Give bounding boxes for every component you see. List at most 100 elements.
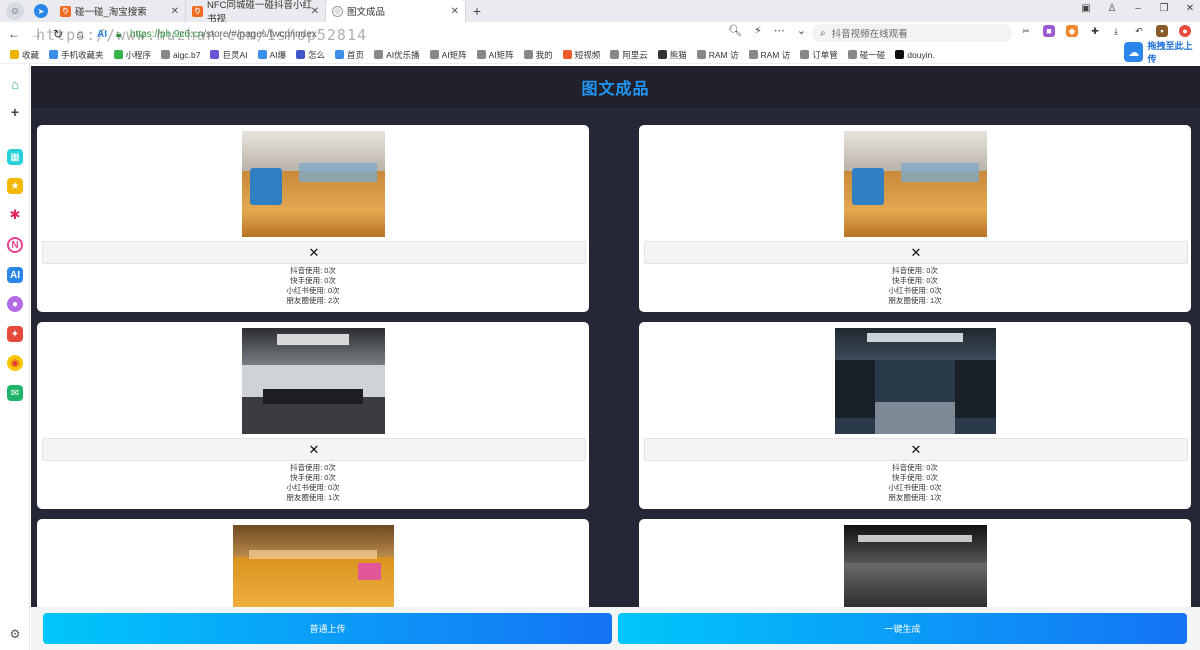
bookmark-item[interactable]: RAM 访 — [748, 49, 790, 61]
usage-stat-line: 小红书使用: 0次 — [286, 286, 340, 295]
ai-icon[interactable]: AI — [94, 29, 110, 40]
sidebar-circle-icon[interactable]: N — [7, 237, 23, 253]
extension-orange-icon[interactable]: ◆ — [1066, 25, 1078, 37]
url-text: https://ph.9c6.cn/store/#/pages/twcp/ind… — [130, 28, 317, 40]
bookmark-label: 手机收藏夹 — [61, 49, 104, 60]
bookmark-item[interactable]: AI矩阵 — [476, 49, 514, 61]
delete-close-button[interactable]: ✕ — [42, 438, 586, 461]
sidebar-purple-icon[interactable]: ● — [7, 296, 23, 312]
result-photo[interactable] — [843, 131, 987, 237]
extension-purple-icon[interactable]: ■ — [1043, 25, 1055, 37]
photo-wrapper — [639, 525, 1191, 609]
drag-upload-button[interactable]: ☁ 拖拽至此上传 — [1124, 40, 1200, 64]
window-close-icon[interactable]: ✕ — [1184, 3, 1196, 14]
bookmark-item[interactable]: RAM 访 — [696, 49, 739, 61]
bookmark-item[interactable]: douyin. — [895, 49, 935, 60]
bookmark-item[interactable]: 首页 — [335, 49, 364, 61]
result-photo[interactable] — [232, 525, 394, 609]
sidebar-network-icon[interactable]: ✱ — [7, 207, 23, 223]
result-photo[interactable] — [241, 328, 385, 434]
sidebar-home-icon[interactable]: ⌂ — [7, 76, 23, 92]
address-bar-row: ← → ↻ ⌂ AI 🔒︎ https://ph.9c6.cn/store/#/… — [0, 22, 1200, 46]
download-icon[interactable]: ⤓ — [1110, 25, 1122, 37]
bookmark-favicon-icon — [296, 50, 306, 59]
tab-title: 碰一碰_淘宝搜索 — [75, 7, 147, 18]
bookmark-item[interactable]: 碰一碰 — [847, 49, 886, 61]
sidebar-game-icon[interactable]: ✦ — [7, 326, 23, 342]
result-photo[interactable] — [241, 131, 385, 237]
bookmark-item[interactable]: aigc.b7 — [161, 50, 200, 60]
bookmark-label: douyin. — [907, 49, 935, 60]
bookmark-item[interactable]: AI矩阵 — [429, 49, 467, 61]
minimize-icon[interactable]: – — [1132, 3, 1144, 14]
home-icon[interactable]: ⌂ — [72, 27, 88, 41]
bookmark-item[interactable]: 手机收藏夹 — [49, 49, 104, 61]
tab-taobao-search[interactable]: り 碰一碰_淘宝搜索 ✕ — [54, 0, 186, 22]
bookmark-item[interactable]: 怎么 — [296, 49, 325, 61]
bookmark-item[interactable]: 我的 — [523, 49, 553, 61]
telegram-icon[interactable]: ➤ — [34, 4, 48, 18]
bookmark-item[interactable]: 订单管 — [800, 49, 838, 61]
result-photo[interactable] — [843, 525, 987, 609]
puzzle-icon[interactable]: ✚ — [1089, 25, 1101, 37]
tab-active-twcp[interactable]: ◎ 图文成品 ✕ — [326, 0, 466, 22]
bookmark-item[interactable]: 短视频 — [562, 49, 600, 61]
bookmark-item[interactable]: 巨灵AI — [210, 49, 248, 61]
briefcase-icon[interactable]: ▪ — [1156, 25, 1168, 37]
bookmark-item[interactable]: 小程序 — [113, 49, 151, 61]
chevron-down-icon[interactable]: ⌄ — [797, 24, 806, 37]
zoom-icon[interactable]: 🔍︎ — [728, 24, 742, 37]
bookmark-item[interactable]: 阿里云 — [610, 49, 648, 61]
bookmark-label: AI矩阵 — [488, 49, 514, 60]
bookmark-item[interactable]: AI爆 — [257, 49, 286, 61]
reload-icon[interactable]: ↻ — [50, 27, 66, 41]
tab-nfc[interactable]: り NFC同城碰一碰抖音小红书视 ✕ — [186, 0, 326, 25]
scissors-icon[interactable]: ✂ — [1020, 25, 1032, 37]
one-click-generate-button[interactable]: 一键生成 — [618, 613, 1187, 644]
result-photo[interactable] — [834, 328, 996, 434]
tab-close-icon[interactable]: ✕ — [311, 6, 319, 17]
sidebar-settings-gear-icon[interactable]: ⚙ — [7, 626, 23, 642]
bookmark-favicon-icon — [562, 50, 572, 59]
photo-wrapper — [37, 131, 589, 237]
tab-count-icon[interactable]: ▣ — [1080, 3, 1092, 14]
bookmark-favicon-icon — [610, 50, 620, 59]
sidebar-ai-icon[interactable]: AI — [7, 267, 23, 283]
skin-icon[interactable]: ♙ — [1106, 3, 1118, 14]
tab-close-icon[interactable]: ✕ — [451, 6, 459, 17]
back-arrow-icon[interactable]: ← — [6, 27, 22, 41]
address-tools: 🔍︎ ⚡︎ ⋯ ⌄ — [728, 24, 806, 37]
browser-search-field[interactable]: ⌕ 抖音视频在线观看 — [812, 24, 1012, 42]
url-field[interactable]: 🔒︎ https://ph.9c6.cn/store/#/pages/twcp/… — [116, 24, 416, 44]
bookmark-favicon-icon — [335, 50, 345, 59]
delete-close-button[interactable]: ✕ — [42, 241, 586, 264]
more-icon[interactable]: ⋯ — [774, 24, 785, 37]
close-icon: ✕ — [910, 244, 922, 260]
bookmark-item[interactable]: 熊猫 — [657, 49, 687, 61]
bookmark-item[interactable]: AI优乐播 — [374, 49, 420, 61]
star-icon — [10, 50, 19, 59]
undo-icon[interactable]: ↶ — [1133, 25, 1145, 37]
new-tab-icon[interactable]: + — [466, 0, 488, 22]
colorful-icon[interactable]: ● — [1179, 25, 1191, 37]
bookmark-label: 我的 — [535, 49, 553, 60]
normal-upload-button[interactable]: 普通上传 — [43, 613, 612, 644]
drag-upload-label: 拖拽至此上传 — [1147, 41, 1193, 64]
delete-close-button[interactable]: ✕ — [644, 438, 1188, 461]
sidebar-star-icon[interactable]: ★ — [7, 178, 23, 194]
sidebar-app-cyan-icon[interactable]: ▦ — [7, 149, 23, 165]
tab-close-icon[interactable]: ✕ — [171, 6, 179, 17]
restore-icon[interactable]: ❐ — [1158, 3, 1170, 14]
bookmark-label: 碰一碰 — [859, 49, 886, 60]
forward-arrow-icon[interactable]: → — [28, 27, 44, 41]
bookmark-item[interactable]: 收藏 — [10, 49, 39, 61]
usage-stat-line: 快手使用: 0次 — [892, 276, 938, 285]
sidebar-mail-icon[interactable]: ✉ — [7, 385, 23, 401]
sidebar-add-icon[interactable]: + — [7, 104, 23, 120]
delete-close-button[interactable]: ✕ — [644, 241, 1188, 264]
lightning-icon[interactable]: ⚡︎ — [754, 24, 762, 37]
profile-avatar-icon[interactable]: ☺ — [6, 2, 24, 20]
sidebar-weibo-icon[interactable]: ◉ — [7, 355, 23, 371]
photo-wrapper — [639, 131, 1191, 237]
tab-title: 图文成品 — [347, 7, 386, 18]
